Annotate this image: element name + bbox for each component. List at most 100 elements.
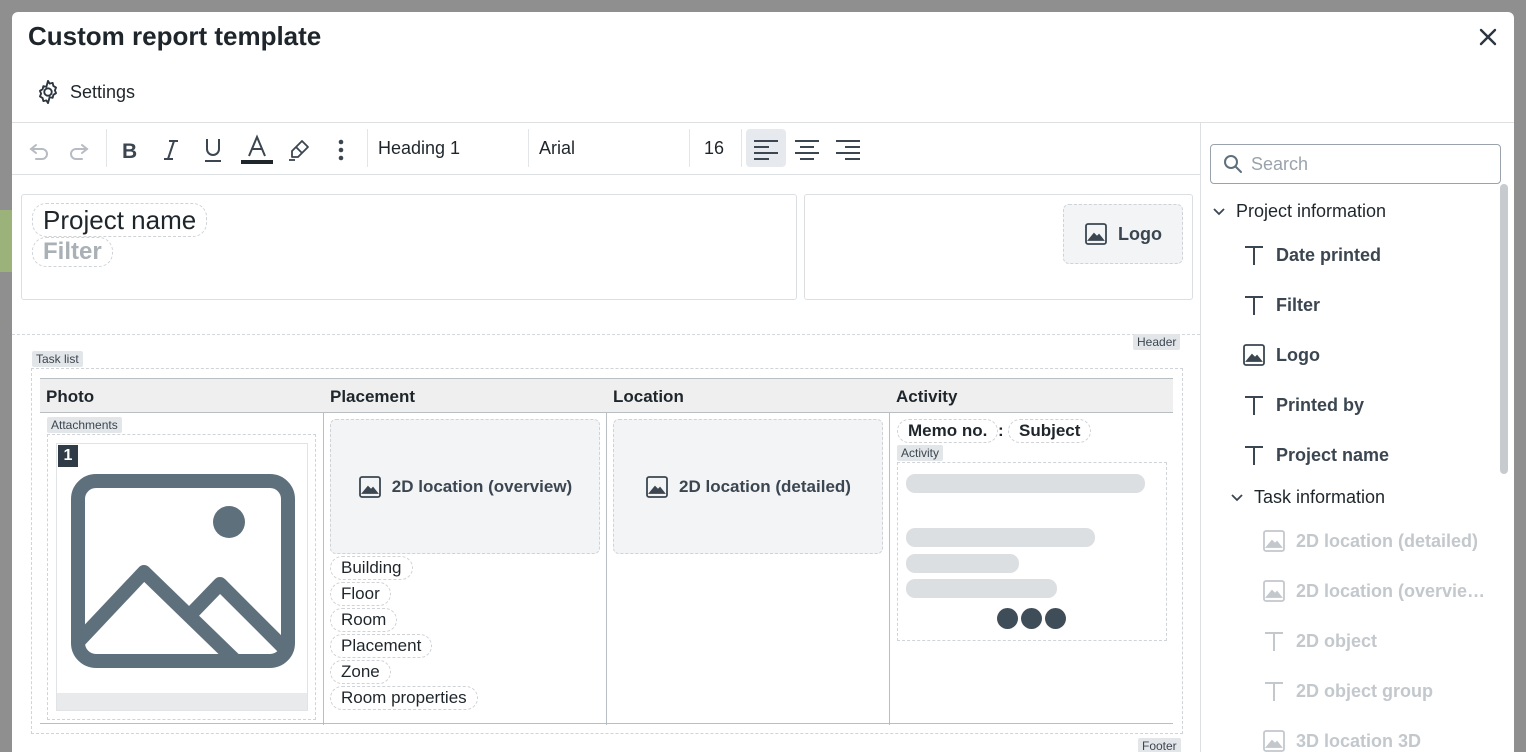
font-size-select[interactable]: 16 xyxy=(704,138,724,159)
tree-item-2d-location-overview[interactable]: 2D location (overvie… xyxy=(1262,579,1485,603)
overview-label: 2D location (overview) xyxy=(391,476,573,496)
header-logo-block[interactable]: Logo xyxy=(804,194,1193,300)
subject-field[interactable]: Subject xyxy=(1008,419,1092,443)
attachments-tag: Attachments xyxy=(47,417,122,433)
tree-item-filter[interactable]: Filter xyxy=(1242,293,1320,317)
settings-tab[interactable]: Settings xyxy=(34,78,135,106)
placement-field-room-properties[interactable]: Room properties xyxy=(330,686,478,710)
skeleton-line xyxy=(906,554,1019,573)
placement-field-floor[interactable]: Floor xyxy=(330,582,391,606)
highlight-button[interactable] xyxy=(286,137,312,163)
align-left-icon xyxy=(754,140,778,160)
tree-item-label: 2D object group xyxy=(1296,680,1434,701)
tree-item-label: 2D object xyxy=(1296,630,1378,651)
search-box[interactable] xyxy=(1210,144,1501,184)
placement-field-building[interactable]: Building xyxy=(330,556,413,580)
text-icon xyxy=(1265,682,1283,701)
svg-text:B: B xyxy=(122,140,137,162)
tree-group-project-information[interactable]: Project information xyxy=(1212,201,1386,222)
bold-button[interactable]: B xyxy=(116,137,142,163)
font-color-button[interactable] xyxy=(240,134,274,166)
font-color-icon xyxy=(241,134,273,164)
column-divider xyxy=(323,413,324,725)
align-right-button[interactable] xyxy=(835,137,861,163)
tree-item-date-printed[interactable]: Date printed xyxy=(1242,243,1381,267)
tree-item-label: Printed by xyxy=(1276,394,1365,415)
column-header-placement[interactable]: Placement xyxy=(324,379,607,413)
project-name-field[interactable]: Project name xyxy=(32,203,208,237)
more-vertical-icon xyxy=(338,139,344,161)
dialog-title: Custom report template xyxy=(28,21,322,51)
header-title-block[interactable]: Project name Filter xyxy=(21,194,797,300)
tree-item-3d-location-3d[interactable]: 3D location 3D xyxy=(1262,729,1421,752)
search-icon xyxy=(1224,155,1242,173)
tree-item-printed-by[interactable]: Printed by xyxy=(1242,393,1364,417)
search-input[interactable] xyxy=(1251,153,1481,175)
toolbar-separator xyxy=(367,129,368,167)
underline-button[interactable] xyxy=(200,137,226,163)
activity-block[interactable] xyxy=(897,462,1167,641)
toolbar-separator xyxy=(106,129,107,167)
field-sidebar: Project information Date printed Filter … xyxy=(1200,123,1514,752)
italic-icon xyxy=(164,140,178,160)
image-icon xyxy=(1263,580,1285,602)
skeleton-line xyxy=(906,474,1145,493)
undo-button[interactable] xyxy=(26,137,52,163)
more-options-button[interactable] xyxy=(328,137,354,163)
memo-number-field[interactable]: Memo no. xyxy=(897,419,999,443)
formatting-toolbar: B Heading 1 Arial 16 xyxy=(12,123,1200,174)
tree-item-label: 2D location (detailed) xyxy=(1296,530,1479,551)
gear-icon xyxy=(39,79,57,105)
chevron-down-icon xyxy=(1231,493,1243,501)
text-icon xyxy=(1245,246,1263,265)
tree-item-2d-object[interactable]: 2D object xyxy=(1262,629,1377,653)
tree-item-2d-object-group[interactable]: 2D object group xyxy=(1262,679,1433,703)
placement-field-zone[interactable]: Zone xyxy=(330,660,391,684)
italic-button[interactable] xyxy=(158,137,184,163)
close-button[interactable] xyxy=(1476,25,1500,49)
placement-field-placement[interactable]: Placement xyxy=(330,634,433,658)
footer-section-tag: Footer xyxy=(1138,738,1181,752)
column-divider xyxy=(606,413,607,725)
align-center-button[interactable] xyxy=(794,137,820,163)
settings-label: Settings xyxy=(70,81,136,102)
text-icon xyxy=(1245,396,1263,415)
text-icon xyxy=(1265,632,1283,651)
image-icon xyxy=(1263,730,1285,752)
align-left-button[interactable] xyxy=(753,137,779,163)
tree-group-task-information[interactable]: Task information xyxy=(1230,487,1385,508)
placement-field-room[interactable]: Room xyxy=(330,608,398,632)
column-header-activity[interactable]: Activity xyxy=(890,379,1173,413)
attachments-block[interactable]: 1 xyxy=(47,434,316,720)
custom-report-dialog: Custom report template Settings B Headin… xyxy=(12,12,1514,752)
toolbar-separator xyxy=(689,129,690,167)
sidebar-scrollbar[interactable] xyxy=(1500,184,1508,474)
filter-field[interactable]: Filter xyxy=(32,237,113,267)
image-icon xyxy=(1243,344,1265,366)
logo-placeholder[interactable]: Logo xyxy=(1063,204,1183,264)
close-icon xyxy=(1479,28,1497,46)
tree-item-2d-location-detailed[interactable]: 2D location (detailed) xyxy=(1262,529,1478,553)
column-header-location[interactable]: Location xyxy=(607,379,890,413)
loading-dot xyxy=(997,608,1018,629)
2d-location-overview-placeholder[interactable]: 2D location (overview) xyxy=(330,419,600,554)
2d-location-detailed-placeholder[interactable]: 2D location (detailed) xyxy=(613,419,883,554)
text-icon xyxy=(1245,446,1263,465)
logo-label: Logo xyxy=(1118,223,1162,244)
tree-item-label: Filter xyxy=(1276,294,1321,315)
bold-icon: B xyxy=(122,140,137,162)
header-boundary xyxy=(12,334,1200,335)
column-header-photo[interactable]: Photo xyxy=(40,379,323,413)
tree-item-project-name[interactable]: Project name xyxy=(1242,443,1389,467)
image-icon xyxy=(1085,223,1107,245)
photo-placeholder-icon xyxy=(71,474,295,668)
paragraph-style-select[interactable]: Heading 1 xyxy=(378,138,460,159)
task-list-tag: Task list xyxy=(32,351,83,367)
font-family-select[interactable]: Arial xyxy=(539,138,575,159)
photo-caption-bar xyxy=(57,693,307,710)
highlighter-icon xyxy=(289,140,309,161)
tree-item-logo[interactable]: Logo xyxy=(1242,343,1320,367)
redo-button[interactable] xyxy=(66,137,92,163)
skeleton-line xyxy=(906,579,1057,598)
align-right-icon xyxy=(836,140,860,160)
